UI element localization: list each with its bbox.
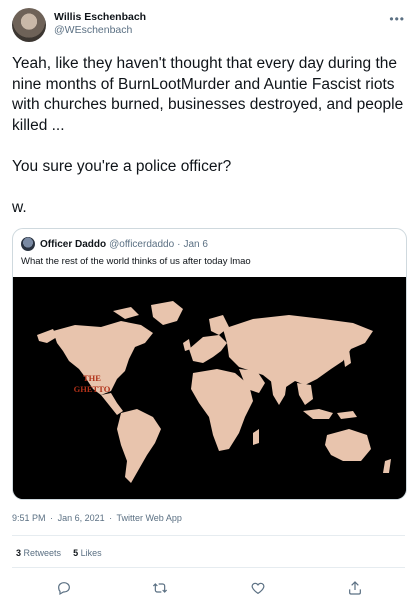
meta-separator-1: ·: [50, 513, 54, 523]
meta-separator-2: ·: [109, 513, 113, 523]
heart-icon: [251, 582, 265, 595]
tweet-text: Yeah, like they haven't thought that eve…: [12, 55, 404, 216]
reply-button[interactable]: [54, 578, 74, 598]
quoted-date: Jan 6: [183, 238, 208, 250]
retweets-count: 3: [16, 548, 22, 558]
tweet-actions: [0, 578, 417, 598]
like-button[interactable]: [248, 578, 268, 598]
avatar[interactable]: [12, 8, 46, 42]
retweet-button[interactable]: [150, 578, 170, 598]
author-display-name[interactable]: Willis Eschenbach: [54, 11, 146, 24]
quoted-avatar: [21, 237, 35, 251]
author-handle[interactable]: @WEschenbach: [54, 24, 146, 37]
quoted-media-world-map[interactable]: THE GHETTO: [13, 277, 406, 499]
share-icon: [349, 581, 361, 595]
retweet-icon: [152, 583, 168, 593]
tweet: Willis Eschenbach @WEschenbach ••• Yeah,…: [0, 0, 417, 604]
map-label-line2: GHETTO: [74, 384, 111, 394]
tweet-time[interactable]: 9:51 PM: [12, 513, 46, 523]
more-icon[interactable]: •••: [389, 12, 405, 26]
share-button[interactable]: [345, 578, 365, 598]
world-map-image: THE GHETTO: [13, 277, 406, 499]
author-names: Willis Eschenbach @WEschenbach: [54, 11, 146, 44]
likes-label: Likes: [80, 548, 102, 558]
likes-count: 5: [73, 548, 79, 558]
map-label-line1: THE: [83, 373, 101, 383]
tweet-stats: 3 Retweets 5 Likes: [16, 548, 102, 558]
quoted-tweet[interactable]: Officer Daddo @officerdaddo · Jan 6 What…: [12, 228, 407, 500]
tweet-date[interactable]: Jan 6, 2021: [58, 513, 105, 523]
likes-stat[interactable]: 5 Likes: [73, 548, 102, 558]
quoted-handle: @officerdaddo: [109, 238, 175, 250]
divider-top: [12, 535, 405, 536]
quoted-text: What the rest of the world thinks of us …: [21, 256, 251, 267]
reply-icon: [58, 582, 70, 596]
quoted-display-name: Officer Daddo: [40, 238, 107, 250]
quoted-header: Officer Daddo @officerdaddo · Jan 6: [21, 237, 208, 251]
retweets-label: Retweets: [23, 548, 62, 558]
tweet-meta: 9:51 PM · Jan 6, 2021 · Twitter Web App: [12, 513, 184, 523]
tweet-header: Willis Eschenbach @WEschenbach: [12, 8, 146, 44]
quoted-separator: ·: [177, 238, 181, 250]
retweets-stat[interactable]: 3 Retweets: [16, 548, 61, 558]
divider-bottom: [12, 567, 405, 568]
tweet-source[interactable]: Twitter Web App: [116, 513, 181, 523]
